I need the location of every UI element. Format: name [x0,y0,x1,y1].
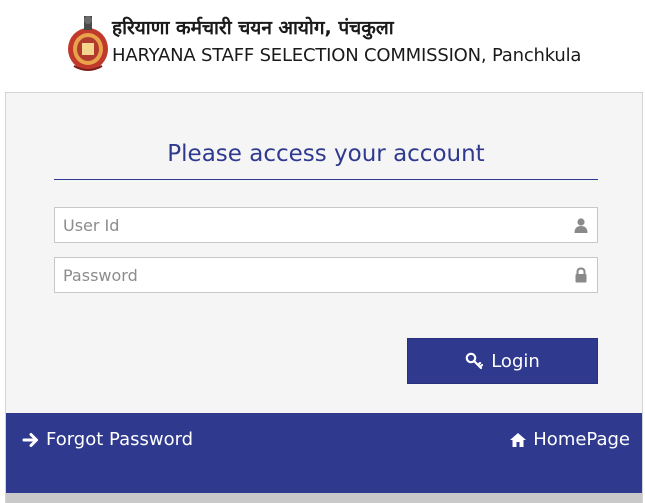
login-heading: Please access your account [167,141,485,167]
bottom-strip [6,493,642,503]
login-panel: Please access your account Login Forgot … [5,92,643,503]
site-title-english: HARYANA STAFF SELECTION COMMISSION, Panc… [112,45,582,66]
forgot-password-link[interactable]: Forgot Password [22,429,193,450]
homepage-label: HomePage [533,429,630,450]
login-footer: Forgot Password HomePage [6,413,642,493]
password-field [54,257,598,293]
key-icon [465,352,484,370]
haryana-emblem-icon [68,16,108,71]
login-button-label: Login [491,350,540,372]
site-header: हरियाणा कर्मचारी चयन आयोग, पंचकुला HARYA… [0,0,645,90]
homepage-link[interactable]: HomePage [509,429,630,450]
site-title-hindi: हरियाणा कर्मचारी चयन आयोग, पंचकुला [112,17,394,39]
userid-field [54,207,598,243]
user-icon [574,218,588,233]
forgot-password-label: Forgot Password [46,429,194,450]
heading-divider [54,179,598,180]
password-input[interactable] [55,258,565,292]
login-button[interactable]: Login [407,338,598,384]
arrow-right-icon [22,432,38,447]
userid-input[interactable] [55,208,565,242]
lock-icon [575,267,587,283]
home-icon [510,432,527,447]
